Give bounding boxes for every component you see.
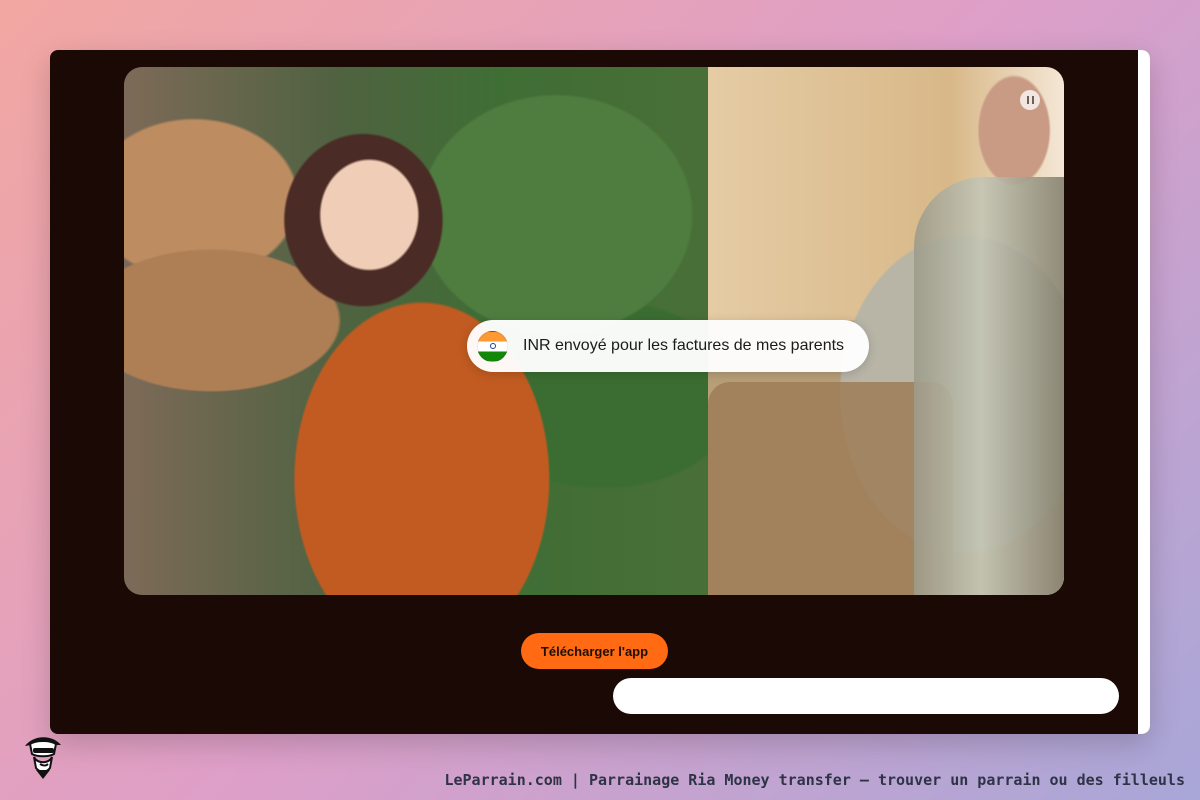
- vertical-scrollbar[interactable]: [1138, 50, 1150, 734]
- hero-media: INR envoyé pour les factures de mes pare…: [124, 67, 1064, 595]
- pause-icon: [1026, 96, 1034, 104]
- download-app-button[interactable]: Télécharger l'app: [521, 633, 668, 669]
- pause-button[interactable]: [1020, 90, 1040, 110]
- transfer-message-badge: INR envoyé pour les factures de mes pare…: [467, 320, 869, 372]
- footer-caption: LeParrain.com | Parrainage Ria Money tra…: [444, 771, 1185, 789]
- transfer-message-text: INR envoyé pour les factures de mes pare…: [523, 337, 845, 354]
- india-flag-icon: [477, 330, 508, 362]
- white-input-area[interactable]: [613, 678, 1119, 714]
- mascot-icon: [25, 737, 61, 779]
- browser-window: INR envoyé pour les factures de mes pare…: [50, 50, 1150, 734]
